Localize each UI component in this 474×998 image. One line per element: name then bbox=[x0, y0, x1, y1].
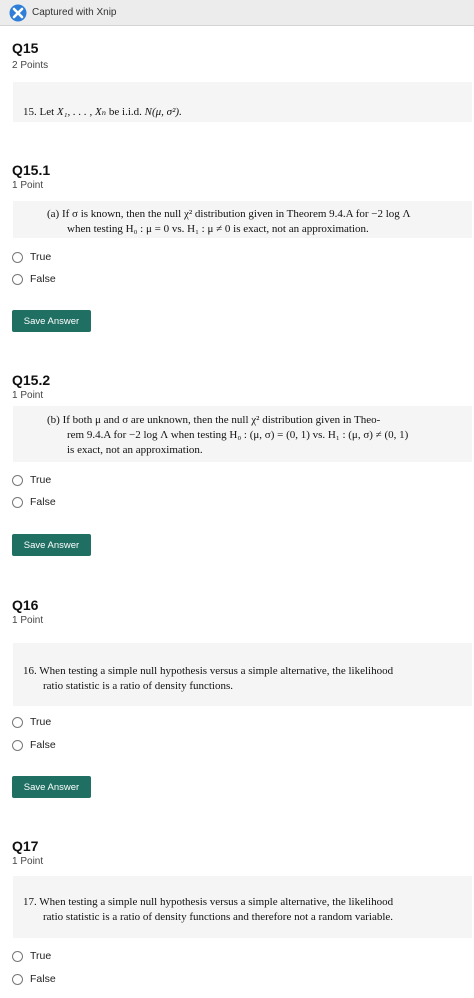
q15-2-option-false[interactable]: False bbox=[12, 496, 56, 508]
capture-bar: Captured with Xnip bbox=[0, 0, 474, 26]
option-label: False bbox=[30, 273, 56, 285]
question-text-q15: 15. Let X₁, . . . , Xₙ be i.i.d. N(μ, σ²… bbox=[23, 105, 182, 120]
radio-button[interactable] bbox=[12, 973, 23, 985]
option-label: True bbox=[30, 474, 52, 486]
question-box-q15-1: (a) If σ is known, then the null χ² dist… bbox=[13, 201, 472, 238]
q15-text-variables: X₁, . . . , Xₙ bbox=[56, 106, 107, 118]
question-title-q15: Q15 bbox=[12, 40, 39, 56]
q16-text-line-1: 16. When testing a simple null hypothesi… bbox=[23, 665, 394, 677]
q17-text-line-1: 17. When testing a simple null hypothesi… bbox=[23, 896, 394, 908]
question-points-q17: 1 Point bbox=[12, 856, 44, 867]
q15-text-rest: be i.i.d. bbox=[106, 106, 145, 118]
option-label: True bbox=[30, 950, 52, 962]
q17-option-true[interactable]: True bbox=[12, 950, 51, 962]
question-points-q15: 2 Points bbox=[12, 60, 49, 71]
q16-text-line-2: ratio statistic is a ratio of density fu… bbox=[43, 680, 234, 692]
question-points-q15-2: 1 Point bbox=[12, 390, 44, 401]
q16-save-button[interactable]: Save Answer bbox=[12, 776, 91, 798]
question-box-q16: 16. When testing a simple null hypothesi… bbox=[13, 643, 472, 706]
q15-2-save-button[interactable]: Save Answer bbox=[12, 534, 91, 556]
option-label: False bbox=[30, 496, 56, 508]
q15-text-prefix: 15. Let bbox=[23, 106, 57, 118]
question-points-q15-1: 1 Point bbox=[12, 180, 44, 191]
q15-text-distribution: N(μ, σ²). bbox=[144, 106, 182, 118]
q16-option-true[interactable]: True bbox=[12, 716, 51, 728]
q15-1-text-line-1: (a) If σ is known, then the null χ² dist… bbox=[47, 208, 411, 220]
question-title-q15-1: Q15.1 bbox=[12, 162, 51, 178]
question-box-q15: 15. Let X₁, . . . , Xₙ be i.i.d. N(μ, σ²… bbox=[13, 82, 472, 122]
option-label: False bbox=[30, 973, 56, 985]
q15-1-option-false[interactable]: False bbox=[12, 273, 56, 285]
question-box-q17: 17. When testing a simple null hypothesi… bbox=[13, 876, 472, 938]
option-label: False bbox=[30, 739, 56, 751]
radio-button[interactable] bbox=[12, 273, 23, 285]
radio-button[interactable] bbox=[12, 496, 23, 508]
question-title-q17: Q17 bbox=[12, 838, 39, 854]
q17-text-line-2: ratio statistic is a ratio of density fu… bbox=[43, 911, 394, 923]
q15-1-option-true[interactable]: True bbox=[12, 251, 51, 263]
xnip-logo-icon bbox=[9, 4, 27, 21]
option-label: True bbox=[30, 716, 52, 728]
q15-2-text-line-2: rem 9.4.A for −2 log Λ when testing H₀ :… bbox=[67, 429, 409, 441]
q15-2-text-line-1: (b) If both μ and σ are unknown, then th… bbox=[47, 414, 381, 426]
radio-button[interactable] bbox=[12, 739, 23, 751]
q17-option-false[interactable]: False bbox=[12, 973, 56, 985]
radio-button[interactable] bbox=[12, 474, 23, 486]
option-label: True bbox=[30, 251, 52, 263]
question-box-q15-2: (b) If both μ and σ are unknown, then th… bbox=[13, 406, 472, 462]
radio-button[interactable] bbox=[12, 950, 23, 962]
radio-button[interactable] bbox=[12, 716, 23, 728]
q15-1-save-button[interactable]: Save Answer bbox=[12, 310, 91, 332]
radio-button[interactable] bbox=[12, 251, 23, 263]
q15-2-option-true[interactable]: True bbox=[12, 474, 51, 486]
q15-1-text-line-2: when testing H₀ : μ = 0 vs. H₁ : μ ≠ 0 i… bbox=[67, 223, 369, 235]
question-title-q15-2: Q15.2 bbox=[12, 372, 51, 388]
q16-option-false[interactable]: False bbox=[12, 739, 56, 751]
capture-label: Captured with Xnip bbox=[32, 7, 117, 18]
q15-2-text-line-3: is exact, not an approximation. bbox=[67, 444, 203, 456]
question-title-q16: Q16 bbox=[12, 597, 39, 613]
question-points-q16: 1 Point bbox=[12, 615, 44, 626]
